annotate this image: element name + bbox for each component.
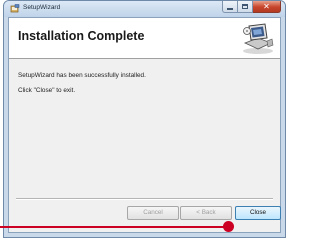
close-icon: ✕ — [263, 1, 270, 11]
callout-pointer-line — [0, 226, 228, 228]
window-title: SetupWizard — [23, 4, 61, 11]
computer-setup-icon — [243, 23, 274, 54]
page-title: Installation Complete — [18, 29, 145, 43]
setup-app-icon — [10, 4, 20, 13]
minimize-button[interactable] — [222, 1, 238, 13]
cancel-button[interactable]: Cancel — [127, 206, 179, 220]
success-message: SetupWizard has been successfully instal… — [18, 72, 146, 79]
callout-pointer-dot — [223, 221, 234, 232]
back-button[interactable]: < Back — [180, 206, 232, 220]
wizard-header-banner: Installation Complete — [9, 18, 280, 59]
maximize-icon — [242, 4, 248, 9]
caption-buttons: ✕ — [222, 1, 281, 14]
close-window-button[interactable]: ✕ — [253, 1, 281, 13]
wizard-client-area: Installation Complete SetupWizard has be… — [8, 17, 281, 233]
close-button[interactable]: Close — [235, 206, 281, 220]
maximize-button[interactable] — [238, 1, 253, 13]
setup-wizard-window: SetupWizard ✕ Installation Complete Setu… — [3, 0, 286, 238]
title-bar[interactable]: SetupWizard ✕ — [4, 1, 285, 17]
minimize-icon — [227, 7, 233, 10]
footer-divider — [16, 198, 273, 200]
exit-instruction: Click "Close" to exit. — [18, 87, 76, 94]
